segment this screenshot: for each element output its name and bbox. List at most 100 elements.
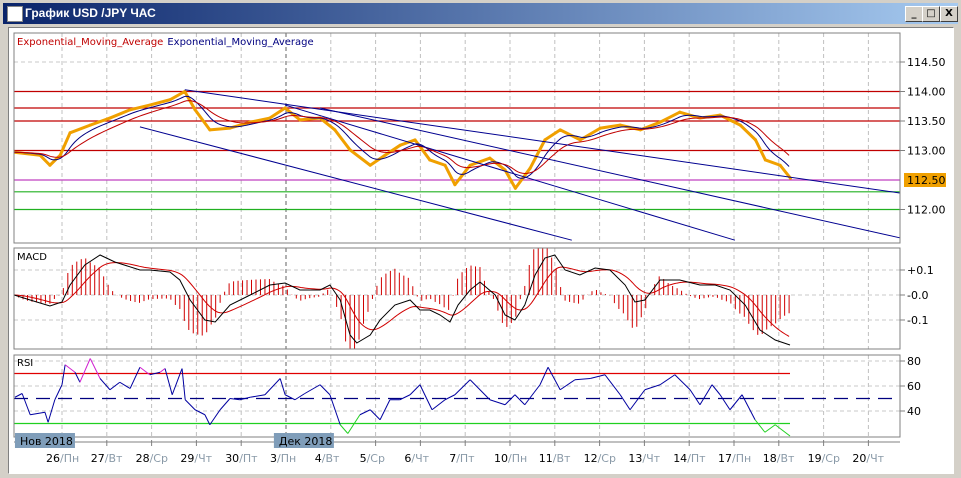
rsi-segment [79, 358, 91, 383]
x-tick-day: 27 [91, 452, 105, 465]
x-tick-weekday: /Пт [456, 452, 475, 465]
x-tick-label: 11/Вт [539, 452, 571, 465]
y-tick-label: 113.50 [907, 115, 946, 128]
chart-svg[interactable]: Exponential_Moving_Average Exponential_Mo… [0, 0, 961, 478]
x-tick-day: 6 [404, 452, 411, 465]
x-tick-label: 26/Пн [46, 452, 79, 465]
y-tick-label: 113.00 [907, 145, 946, 158]
x-tick-label: 28/Ср [136, 452, 168, 465]
x-tick-label: 10/Пн [494, 452, 527, 465]
x-tick-day: 7 [449, 452, 456, 465]
price-point [513, 186, 517, 190]
rsi-segment [590, 374, 606, 379]
rsi-segment [689, 389, 701, 406]
price-point [618, 123, 622, 127]
price-point [528, 166, 532, 170]
rsi-segment [339, 424, 349, 434]
rsi-segment [159, 368, 166, 373]
rsi-segment [61, 364, 66, 385]
rsi-segment [99, 378, 111, 391]
x-tick-label: 17/Пн [718, 452, 751, 465]
rsi-segment [629, 389, 646, 411]
rsi-segment [109, 381, 121, 391]
x-tick-weekday: /Чт [642, 452, 660, 465]
x-tick-weekday: /Пн [732, 452, 751, 465]
x-tick-weekday: /Чт [411, 452, 429, 465]
month-label: Дек 2018 [279, 435, 333, 448]
rsi-segment [524, 384, 541, 406]
rsi-segment [764, 424, 776, 433]
rsi-segment [674, 374, 691, 391]
price-point [283, 106, 287, 110]
x-tick-label: 27/Вт [91, 452, 123, 465]
x-tick-label: 20/Чт [852, 452, 884, 465]
x-tick-weekday: /Пн [60, 452, 79, 465]
x-tick-day: 4 [315, 452, 322, 465]
y-tick-label: 114.50 [907, 56, 946, 69]
ema-slow-line [14, 100, 790, 174]
price-point [488, 156, 492, 160]
trendline [184, 89, 900, 194]
rsi-segment [184, 399, 196, 411]
rsi-segment [431, 399, 446, 411]
rsi-segment [659, 374, 676, 386]
month-label: Нов 2018 [20, 435, 73, 448]
rsi-segment [129, 367, 141, 389]
price-point [368, 163, 372, 167]
rsi-segment [774, 424, 781, 429]
y-tick-label: 80 [907, 355, 921, 368]
rsi-segment [574, 378, 591, 381]
x-tick-label: 4/Вт [315, 452, 340, 465]
panel-frames [13, 32, 901, 438]
x-tick-day: 3 [270, 452, 277, 465]
rsi-segment [304, 384, 321, 394]
rsi-segment [164, 368, 173, 395]
x-tick-day: 14 [673, 452, 687, 465]
rsi-segment [264, 378, 281, 396]
price-point [268, 116, 272, 120]
x-tick-weekday: /Пт [687, 452, 706, 465]
rsi-segment [64, 364, 76, 373]
y-tick-label: -0.0 [907, 289, 928, 302]
x-tick-weekday: /Пн [508, 452, 527, 465]
x-tick-day: 11 [539, 452, 553, 465]
rsi-segment [250, 394, 266, 398]
x-tick-label: 13/Чт [628, 452, 660, 465]
rsi-segment [504, 394, 516, 406]
price-point [468, 163, 472, 167]
price-point [598, 126, 602, 130]
rsi-segment [469, 379, 491, 401]
y-tick-label: 114.00 [907, 86, 946, 99]
price-point [678, 110, 682, 114]
x-tick-day: 29 [180, 452, 194, 465]
x-tick-label: 3/Пн [270, 452, 296, 465]
rsi-segment [559, 379, 576, 391]
rsi-segment [30, 411, 46, 416]
price-point [638, 128, 642, 132]
price-point [128, 108, 132, 112]
price-point [68, 131, 72, 135]
price-point [108, 116, 112, 120]
rsi-segment [719, 394, 731, 411]
price-point [48, 163, 52, 167]
price-point [543, 138, 547, 142]
rsi-label: RSI [17, 358, 33, 369]
x-tick-weekday: /Вт [553, 452, 571, 465]
x-tick-weekday: /Вт [322, 452, 340, 465]
price-point [738, 123, 742, 127]
price-panel [14, 89, 900, 241]
x-tick-weekday: /Ср [367, 452, 385, 465]
x-tick-day: 28 [136, 452, 150, 465]
rsi-segment [379, 399, 391, 420]
x-tick-day: 26 [46, 452, 60, 465]
rsi-panel [14, 358, 900, 437]
y-tick-label: -0.1 [907, 314, 928, 327]
rsi-segment [209, 409, 221, 426]
x-tick-weekday: /Пт [239, 452, 258, 465]
rsi-segment [729, 394, 743, 411]
price-point [208, 128, 212, 132]
x-tick-label: 7/Пт [449, 452, 475, 465]
x-tick-label: 14/Пт [673, 452, 706, 465]
price-point [183, 90, 187, 93]
axes: 26/Пн 27/Вт 28/Ср 29/Чт 30/Пт 3/Пн 4/Вт 5/Ср 6/Ч… [14, 56, 946, 465]
